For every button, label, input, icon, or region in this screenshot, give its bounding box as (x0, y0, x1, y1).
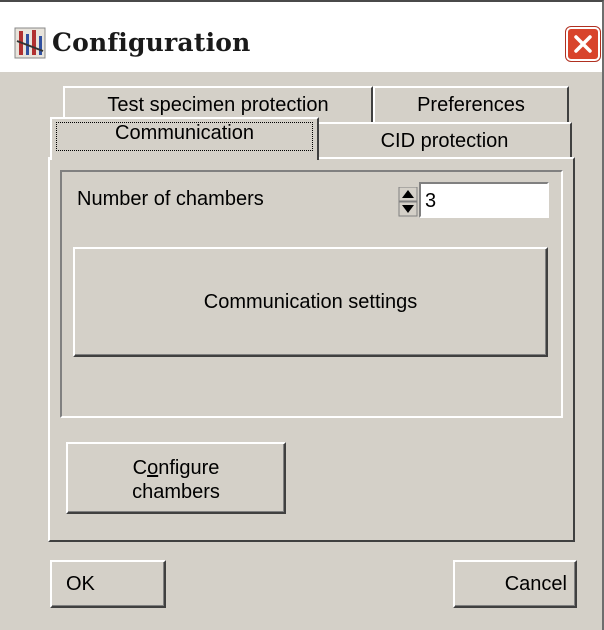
window-title: Configuration (52, 28, 251, 57)
chambers-spinner[interactable] (397, 186, 419, 217)
close-button[interactable] (566, 27, 600, 61)
tab-label: Preferences (417, 94, 525, 116)
tab-preferences[interactable]: Preferences (373, 86, 569, 122)
tab-label: CID protection (380, 130, 509, 152)
configure-chambers-button[interactable]: Configure chambers (66, 442, 286, 514)
ok-button[interactable]: OK (50, 560, 166, 608)
tab-cid-protection[interactable]: CID protection (319, 122, 572, 158)
app-config-icon (14, 27, 46, 59)
configuration-dialog: Configuration Test specimen protection P… (0, 0, 604, 630)
cancel-button[interactable]: Cancel (453, 560, 577, 608)
title-bar[interactable]: Configuration (0, 2, 602, 72)
configure-label-line1: Configure (132, 457, 220, 479)
tab-label: Test specimen protection (107, 94, 329, 116)
number-of-chambers-label: Number of chambers (77, 188, 264, 210)
communication-settings-button[interactable]: Communication settings (73, 247, 548, 357)
tab-label: Communication (115, 122, 254, 144)
configure-label-line2: chambers (132, 481, 220, 503)
tab-communication[interactable]: Communication (50, 117, 319, 160)
number-of-chambers-input[interactable]: 3 (419, 182, 549, 218)
